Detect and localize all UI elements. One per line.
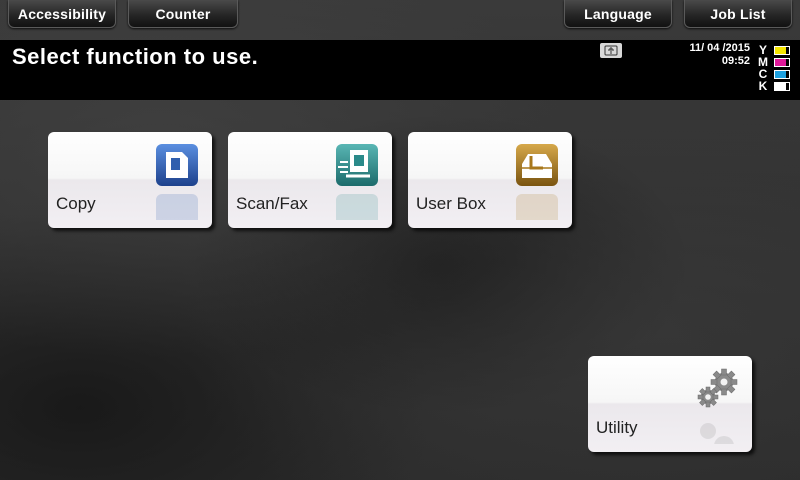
job-list-button[interactable]: Job List xyxy=(684,0,792,28)
toner-c-fill xyxy=(775,70,787,78)
toner-k-letter: K xyxy=(758,79,768,93)
language-button[interactable]: Language xyxy=(564,0,672,28)
user-box-icon xyxy=(516,144,558,186)
date-text: 11/ 04 /2015 xyxy=(689,42,750,54)
counter-button[interactable]: Counter xyxy=(128,0,238,28)
toner-levels: Y M C K xyxy=(756,43,792,93)
copy-label: Copy xyxy=(56,194,96,213)
toner-c-bar xyxy=(774,69,790,79)
gear-icon xyxy=(697,368,738,408)
scan-fax-icon xyxy=(336,144,378,186)
toner-m-fill xyxy=(775,58,787,66)
toner-k-bar xyxy=(774,81,790,91)
copy-tile[interactable]: Copy xyxy=(48,132,212,228)
counter-button-label: Counter xyxy=(155,5,211,22)
user-box-tile[interactable]: User Box xyxy=(408,132,572,228)
utility-tile[interactable]: Utility xyxy=(588,356,752,452)
page-title: Select function to use. xyxy=(12,44,259,69)
user-box-icon-reflection xyxy=(512,190,562,220)
toner-k: K xyxy=(756,79,792,93)
copy-icon-reflection xyxy=(152,190,202,220)
job-list-button-label: Job List xyxy=(710,5,766,22)
scan-fax-icon-reflection xyxy=(332,190,382,220)
user-box-label: User Box xyxy=(416,194,486,213)
copy-icon xyxy=(156,144,198,186)
toner-y-fill xyxy=(775,46,787,54)
toner-k-fill xyxy=(775,82,787,90)
toner-m-bar xyxy=(774,57,790,67)
time-text: 09:52 xyxy=(721,55,750,67)
date-time: 11/ 04 /2015 09:52 xyxy=(689,42,750,68)
toner-y-bar xyxy=(774,45,790,55)
header-bar: Select function to use. 11/ 04 /2015 09:… xyxy=(0,40,800,100)
accessibility-button-label: Accessibility xyxy=(17,5,107,22)
language-button-label: Language xyxy=(584,5,652,22)
accessibility-button[interactable]: Accessibility xyxy=(8,0,116,28)
usb-icon xyxy=(600,43,622,58)
scan-fax-label: Scan/Fax xyxy=(236,194,308,213)
gear-icon-reflection xyxy=(692,414,742,444)
utility-label: Utility xyxy=(596,418,638,437)
scan-fax-tile[interactable]: Scan/Fax xyxy=(228,132,392,228)
